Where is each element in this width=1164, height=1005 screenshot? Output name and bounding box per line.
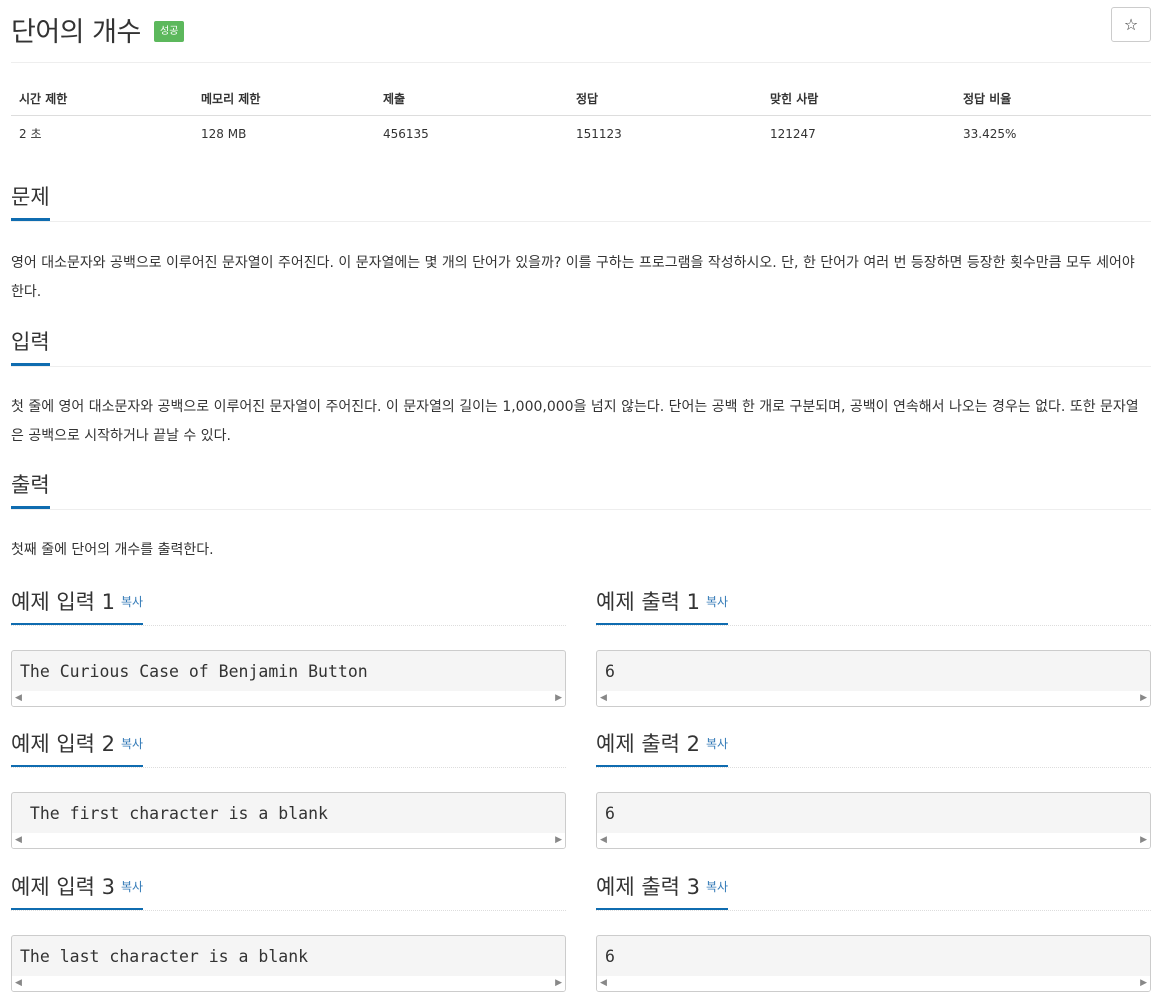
- copy-sample-input-1-button[interactable]: 복사: [121, 595, 143, 609]
- horizontal-scrollbar[interactable]: ◀ ▶: [12, 833, 565, 848]
- sample-output-2-title: 예제 출력 2 복사: [596, 731, 729, 767]
- sample-input-2-title: 예제 입력 2 복사: [11, 731, 144, 767]
- sample-output-3-header: 예제 출력 3 복사: [596, 874, 1151, 911]
- accepted-value: 151123: [576, 126, 622, 141]
- sample-input-2-title-text: 예제 입력 2: [11, 732, 115, 756]
- scroll-right-icon[interactable]: ▶: [555, 836, 562, 845]
- scroll-left-icon[interactable]: ◀: [15, 836, 22, 845]
- sample-input-3-code: The last character is a blank: [20, 947, 319, 966]
- scroll-left-icon[interactable]: ◀: [600, 979, 607, 988]
- sample-output-1-box[interactable]: 6 ◀ ▶: [596, 650, 1151, 707]
- description-heading: 문제: [11, 183, 50, 221]
- scroll-left-icon[interactable]: ◀: [15, 694, 22, 703]
- sample-output-3-box[interactable]: 6 ◀ ▶: [596, 935, 1151, 992]
- sample-output-3-title: 예제 출력 3 복사: [596, 874, 729, 910]
- copy-sample-input-3-button[interactable]: 복사: [121, 880, 143, 894]
- sample-output-2-title-text: 예제 출력 2: [596, 732, 700, 756]
- output-section-header: 출력: [11, 471, 1151, 510]
- sample-input-3-title-text: 예제 입력 3: [11, 875, 115, 899]
- header-memory-limit: 메모리 제한: [193, 82, 375, 116]
- status-badge: 성공: [154, 21, 185, 42]
- sample-output-1-title: 예제 출력 1 복사: [596, 589, 729, 625]
- star-icon: ☆: [1123, 15, 1139, 34]
- output-heading: 출력: [11, 471, 50, 509]
- copy-sample-output-3-button[interactable]: 복사: [706, 880, 728, 894]
- scroll-left-icon[interactable]: ◀: [600, 836, 607, 845]
- time-limit-value: 2 초: [19, 127, 42, 141]
- scroll-right-icon[interactable]: ▶: [1140, 694, 1147, 703]
- scroll-right-icon[interactable]: ▶: [555, 694, 562, 703]
- horizontal-scrollbar[interactable]: ◀ ▶: [12, 691, 565, 706]
- sample-input-1-code: The Curious Case of Benjamin Button: [20, 662, 368, 681]
- scroll-right-icon[interactable]: ▶: [555, 979, 562, 988]
- scroll-left-icon[interactable]: ◀: [15, 979, 22, 988]
- header-submissions: 제출: [375, 82, 568, 116]
- input-section-header: 입력: [11, 328, 1151, 367]
- copy-sample-input-2-button[interactable]: 복사: [121, 737, 143, 751]
- sample-output-3-title-text: 예제 출력 3: [596, 875, 700, 899]
- header-accepted: 정답: [568, 82, 762, 116]
- problem-info-table: 시간 제한 메모리 제한 제출 정답 맞힌 사람 정답 비율 2 초 128 M…: [11, 82, 1151, 151]
- horizontal-scrollbar[interactable]: ◀ ▶: [597, 976, 1150, 991]
- sample-input-2-box[interactable]: The first character is a blank ◀ ▶: [11, 792, 566, 849]
- sample-input-1-box[interactable]: The Curious Case of Benjamin Button ◀ ▶: [11, 650, 566, 707]
- horizontal-scrollbar[interactable]: ◀ ▶: [597, 833, 1150, 848]
- sample-input-3-box[interactable]: The last character is a blank ◀ ▶: [11, 935, 566, 992]
- copy-sample-output-1-button[interactable]: 복사: [706, 595, 728, 609]
- sample-output-3-code: 6: [605, 947, 615, 966]
- title-row: 단어의 개수 성공 ☆: [11, 0, 1151, 63]
- sample-input-1-title: 예제 입력 1 복사: [11, 589, 144, 625]
- header-time-limit: 시간 제한: [11, 82, 193, 116]
- input-text: 첫 줄에 영어 대소문자와 공백으로 이루어진 문자열이 주어진다. 이 문자열…: [11, 399, 1139, 444]
- submissions-value: 456135: [383, 126, 429, 141]
- header-solved-users: 맞힌 사람: [762, 82, 955, 116]
- header-accept-ratio: 정답 비율: [955, 82, 1151, 116]
- solved-users-value: 121247: [770, 126, 816, 141]
- sample-input-1-title-text: 예제 입력 1: [11, 590, 115, 614]
- scroll-left-icon[interactable]: ◀: [600, 694, 607, 703]
- sample-output-1-code: 6: [605, 662, 615, 681]
- horizontal-scrollbar[interactable]: ◀ ▶: [597, 691, 1150, 706]
- table-row: 2 초 128 MB 456135 151123 121247 33.425%: [11, 116, 1151, 152]
- memory-limit-value: 128 MB: [201, 126, 247, 141]
- sample-output-2-box[interactable]: 6 ◀ ▶: [596, 792, 1151, 849]
- output-text: 첫째 줄에 단어의 개수를 출력한다.: [11, 542, 214, 558]
- sample-output-2-code: 6: [605, 804, 615, 823]
- table-header-row: 시간 제한 메모리 제한 제출 정답 맞힌 사람 정답 비율: [11, 82, 1151, 116]
- problem-page: 단어의 개수 성공 ☆ 시간 제한 메모리 제한 제출 정답 맞힌 사람 정답 …: [11, 0, 1151, 992]
- copy-sample-output-2-button[interactable]: 복사: [706, 737, 728, 751]
- sample-input-2-code: The first character is a blank: [20, 804, 328, 823]
- scroll-right-icon[interactable]: ▶: [1140, 836, 1147, 845]
- description-text: 영어 대소문자와 공백으로 이루어진 문자열이 주어진다. 이 문자열에는 몇 …: [11, 255, 1135, 300]
- sample-output-1-header: 예제 출력 1 복사: [596, 589, 1151, 626]
- page-title: 단어의 개수: [11, 17, 141, 48]
- description-section-header: 문제: [11, 183, 1151, 222]
- sample-output-1-title-text: 예제 출력 1: [596, 590, 700, 614]
- input-heading: 입력: [11, 328, 50, 366]
- sample-input-2-header: 예제 입력 2 복사: [11, 731, 566, 768]
- accept-ratio-value: 33.425%: [963, 126, 1017, 141]
- sample-output-2-header: 예제 출력 2 복사: [596, 731, 1151, 768]
- horizontal-scrollbar[interactable]: ◀ ▶: [12, 976, 565, 991]
- sample-input-1-header: 예제 입력 1 복사: [11, 589, 566, 626]
- scroll-right-icon[interactable]: ▶: [1140, 979, 1147, 988]
- favorite-button[interactable]: ☆: [1111, 7, 1151, 42]
- sample-input-3-title: 예제 입력 3 복사: [11, 874, 144, 910]
- sample-input-3-header: 예제 입력 3 복사: [11, 874, 566, 911]
